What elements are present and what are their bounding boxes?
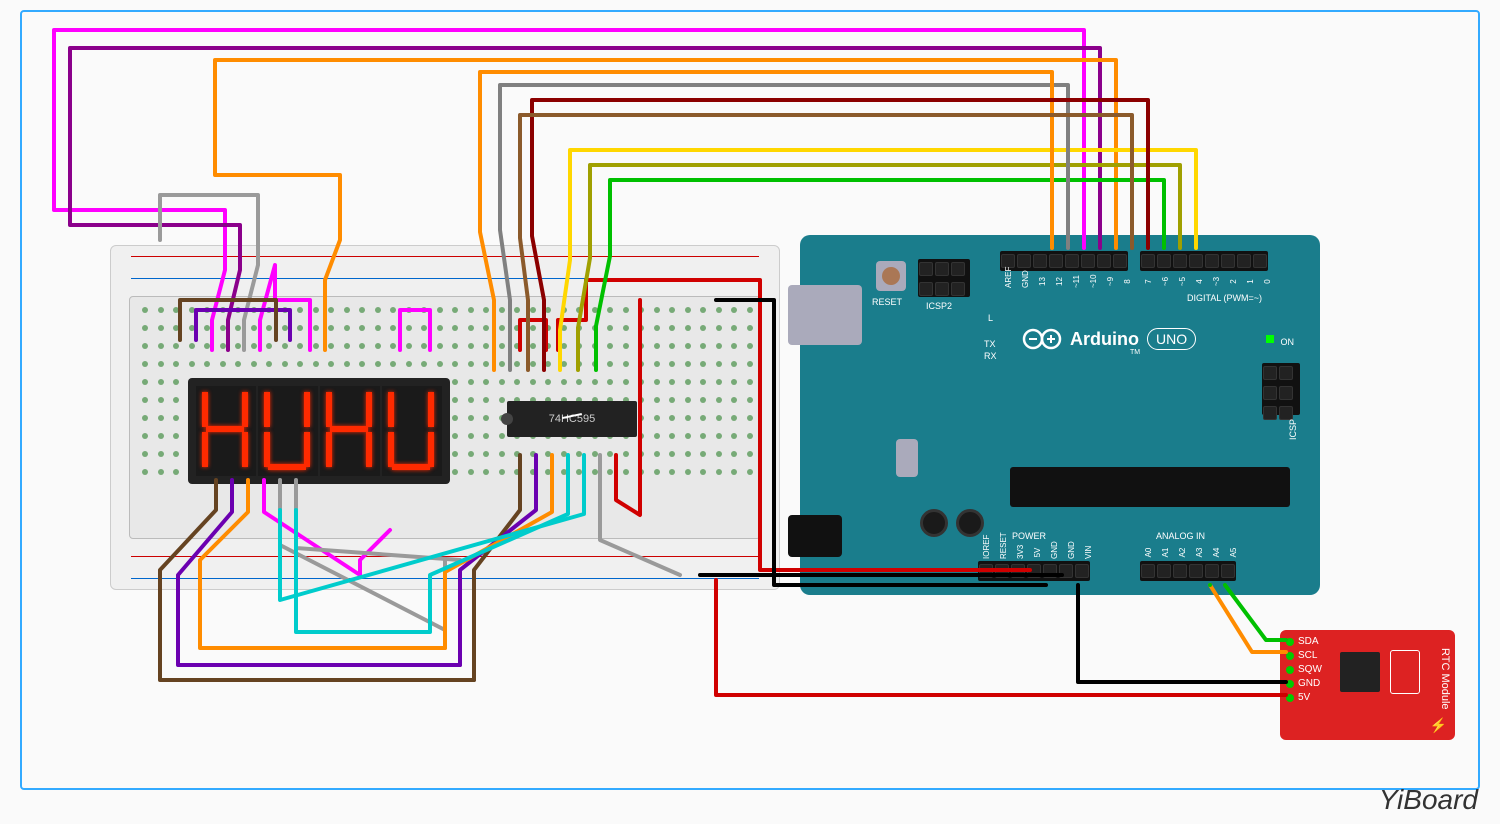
- arduino-model-badge: UNO: [1147, 328, 1196, 350]
- arduino-name: Arduino: [1070, 329, 1139, 350]
- digital-header-2: [1140, 251, 1268, 271]
- digital-header-1: [1000, 251, 1128, 271]
- watermark-text: YiBoard: [1379, 784, 1478, 816]
- rtc-title: RTC Module: [1439, 648, 1451, 710]
- sparkfun-flame-icon: ⚡: [1430, 717, 1447, 734]
- analog-header: [1140, 561, 1236, 581]
- seven-segment-display: [188, 378, 450, 484]
- power-header: [978, 561, 1090, 581]
- reset-label: RESET: [872, 297, 902, 307]
- shift-register-chip: 74HC595: [507, 401, 637, 437]
- rtc-module: SDA SCL SQW GND 5V RTC Module ⚡: [1280, 630, 1455, 740]
- arduino-uno: RESET ICSP2 AREFGND1312~11~10~98 7~6~54~…: [800, 235, 1320, 595]
- arduino-logo-icon: [1022, 327, 1062, 351]
- reset-button[interactable]: [876, 261, 906, 291]
- atmega-chip: [1010, 467, 1290, 507]
- diagram-canvas: 74HC595 RESET ICSP2 AREFGND1312~11~10~98…: [0, 0, 1500, 824]
